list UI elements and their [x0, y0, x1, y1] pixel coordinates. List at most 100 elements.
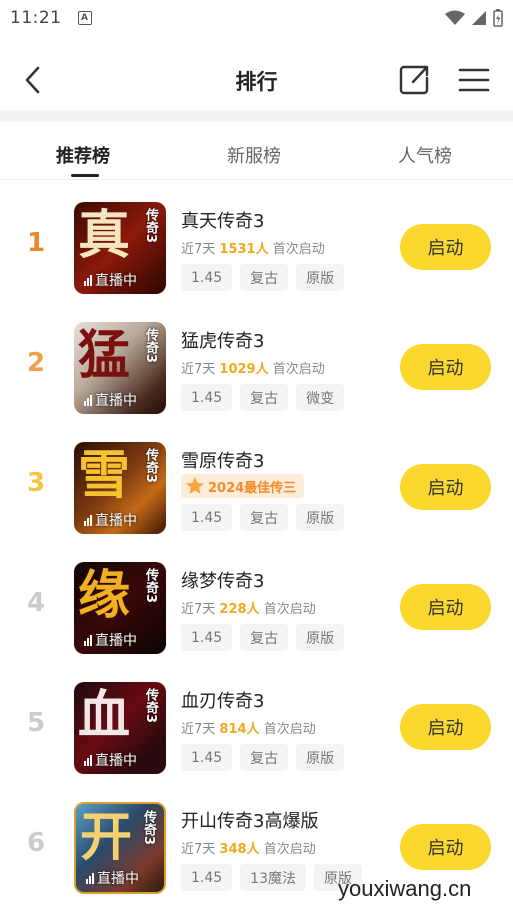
thumb-title: 血	[78, 685, 131, 746]
live-bars-icon	[84, 394, 92, 406]
live-badge: 直播中	[84, 510, 137, 530]
signal-icon	[472, 11, 486, 25]
rank-number: 4	[26, 588, 46, 618]
notification-a-icon: A	[77, 11, 92, 25]
game-icon[interactable]: 真 传奇3 直播中	[74, 202, 166, 294]
thumb-subtitle: 传奇3	[143, 328, 158, 364]
live-bars-icon	[84, 274, 92, 286]
list-item[interactable]: 3 雪 传奇3 直播中 雪原传奇3 2024最佳传三 1.45 复古 原版 启动	[0, 430, 513, 540]
game-name: 猛虎传奇3	[181, 331, 265, 352]
tag: 原版	[296, 624, 345, 651]
thumb-title: 雪	[78, 445, 131, 506]
live-bars-icon	[84, 634, 92, 646]
watermark: youxiwang.cn	[338, 876, 472, 901]
live-badge: 直播中	[84, 390, 137, 410]
share-icon[interactable]	[396, 62, 432, 98]
live-badge: 直播中	[84, 270, 137, 290]
tag: 复古	[240, 384, 289, 411]
game-name: 缘梦传奇3	[181, 571, 265, 592]
rank-number: 2	[26, 348, 46, 378]
battery-icon	[493, 9, 503, 27]
ranking-tabs: 推荐榜 新服榜 人气榜	[0, 122, 513, 180]
menu-icon[interactable]	[456, 62, 492, 98]
tag: 13魔法	[240, 864, 306, 891]
tag: 1.45	[181, 504, 233, 531]
launch-button[interactable]: 启动	[400, 824, 491, 870]
thumb-title: 开	[80, 807, 133, 868]
game-icon[interactable]: 缘 传奇3 直播中	[74, 562, 166, 654]
thumb-subtitle: 传奇3	[141, 810, 156, 846]
wifi-icon	[445, 10, 465, 25]
tag: 原版	[296, 264, 345, 291]
status-time: 11:21	[10, 8, 62, 28]
top-bar: 排行	[0, 50, 513, 110]
game-name: 真天传奇3	[181, 211, 265, 232]
tag: 复古	[240, 264, 289, 291]
tab-new-server[interactable]: 新服榜	[227, 142, 281, 168]
live-badge: 直播中	[84, 750, 137, 770]
thumb-subtitle: 传奇3	[143, 568, 158, 604]
game-icon[interactable]: 血 传奇3 直播中	[74, 682, 166, 774]
tag: 1.45	[181, 624, 233, 651]
tag-list: 1.45 复古 微变	[181, 384, 345, 411]
rank-number: 3	[26, 468, 46, 498]
thumb-subtitle: 传奇3	[143, 208, 158, 244]
tag-list: 1.45 13魔法 原版	[181, 864, 362, 891]
section-divider	[0, 110, 513, 122]
tab-recommended[interactable]: 推荐榜	[56, 142, 110, 168]
game-name: 雪原传奇3	[181, 451, 265, 472]
tag-list: 1.45 复古 原版	[181, 504, 345, 531]
tag: 原版	[296, 744, 345, 771]
rank-number: 6	[26, 828, 46, 858]
list-item[interactable]: 5 血 传奇3 直播中 血刃传奇3 近7天 814人 首次启动 1.45 复古 …	[0, 670, 513, 780]
game-icon[interactable]: 猛 传奇3 直播中	[74, 322, 166, 414]
tag: 1.45	[181, 264, 233, 291]
thumb-title: 真	[78, 205, 131, 266]
game-icon[interactable]: 雪 传奇3 直播中	[74, 442, 166, 534]
launch-stats: 近7天 814人 首次启动	[181, 722, 316, 737]
tag-list: 1.45 复古 原版	[181, 624, 345, 651]
tag: 1.45	[181, 864, 233, 891]
launch-stats: 近7天 1531人 首次启动	[181, 242, 325, 257]
page-title: 排行	[235, 70, 278, 94]
thumb-subtitle: 传奇3	[143, 448, 158, 484]
launch-button[interactable]: 启动	[400, 704, 491, 750]
live-bars-icon	[84, 754, 92, 766]
launch-button[interactable]: 启动	[400, 344, 491, 390]
thumb-title: 猛	[78, 325, 131, 386]
tag: 复古	[240, 624, 289, 651]
tag: 复古	[240, 744, 289, 771]
game-name: 开山传奇3高爆版	[181, 811, 319, 832]
rank-number: 1	[26, 228, 46, 258]
rank-number: 5	[26, 708, 46, 738]
status-bar: 11:21 A	[0, 0, 513, 36]
list-item[interactable]: 4 缘 传奇3 直播中 缘梦传奇3 近7天 228人 首次启动 1.45 复古 …	[0, 550, 513, 660]
launch-button[interactable]: 启动	[400, 464, 491, 510]
medal-icon	[186, 477, 204, 494]
launch-stats: 近7天 1029人 首次启动	[181, 362, 325, 377]
tag: 原版	[296, 504, 345, 531]
award-badge: 2024最佳传三	[181, 474, 305, 498]
launch-button[interactable]: 启动	[400, 224, 491, 270]
game-icon[interactable]: 开 传奇3 直播中	[74, 802, 166, 894]
thumb-subtitle: 传奇3	[143, 688, 158, 724]
tag-list: 1.45 复古 原版	[181, 744, 345, 771]
tag: 1.45	[181, 744, 233, 771]
tag: 微变	[296, 384, 345, 411]
live-bars-icon	[84, 514, 92, 526]
launch-stats: 近7天 228人 首次启动	[181, 602, 316, 617]
thumb-title: 缘	[78, 565, 131, 626]
tab-popularity[interactable]: 人气榜	[398, 142, 452, 168]
list-item[interactable]: 2 猛 传奇3 直播中 猛虎传奇3 近7天 1029人 首次启动 1.45 复古…	[0, 310, 513, 420]
status-icons	[445, 9, 503, 27]
tab-active-indicator	[71, 174, 99, 177]
game-name: 血刃传奇3	[181, 691, 265, 712]
live-bars-icon	[86, 872, 94, 884]
list-item[interactable]: 1 真 传奇3 直播中 真天传奇3 近7天 1531人 首次启动 1.45 复古…	[0, 190, 513, 300]
tag: 1.45	[181, 384, 233, 411]
live-badge: 直播中	[86, 868, 139, 888]
launch-stats: 近7天 348人 首次启动	[181, 842, 316, 857]
live-badge: 直播中	[84, 630, 137, 650]
launch-button[interactable]: 启动	[400, 584, 491, 630]
tag: 复古	[240, 504, 289, 531]
